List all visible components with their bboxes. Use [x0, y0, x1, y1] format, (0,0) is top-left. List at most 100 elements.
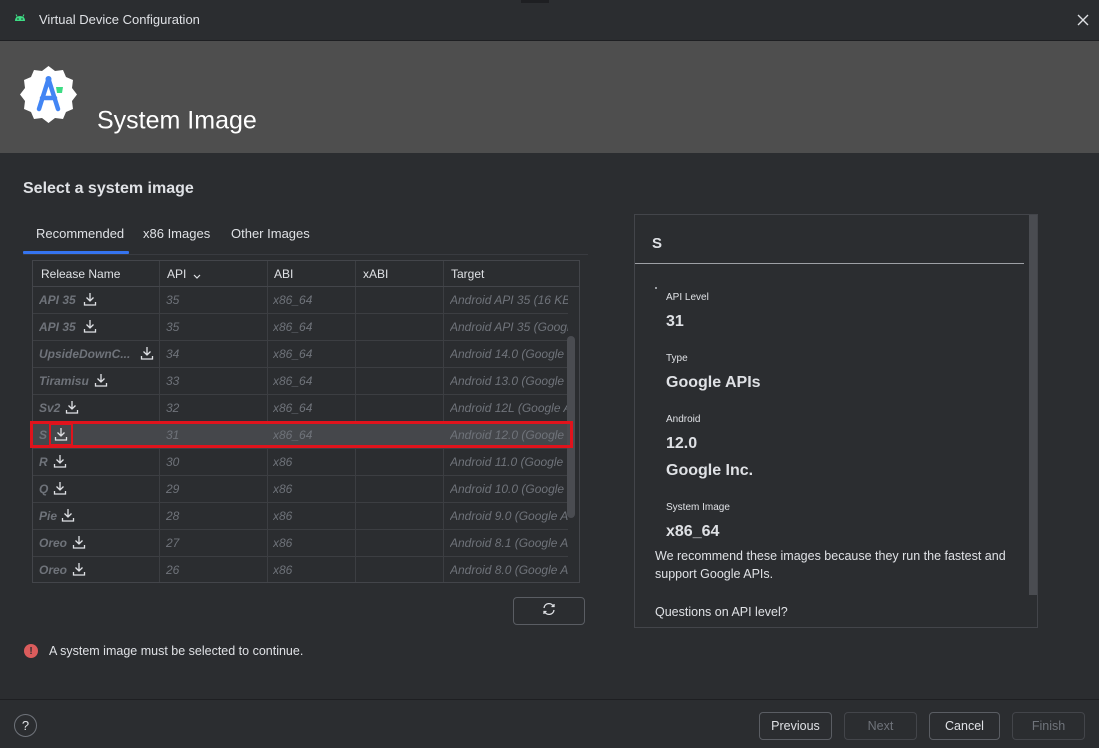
refresh-button[interactable] — [513, 597, 585, 625]
cancel-button[interactable]: Cancel — [929, 712, 1000, 740]
target: Android API 35 (16 KB — [450, 293, 568, 307]
abi: x86_64 — [273, 293, 313, 307]
release-name: API 35 — [39, 320, 76, 334]
refresh-icon — [541, 601, 557, 622]
abi: x86 — [273, 563, 293, 577]
api-level: 26 — [166, 563, 180, 577]
table-row[interactable]: API 35 35 x86_64 Android API 35 (Google — [33, 314, 568, 341]
table-row[interactable]: Oreo 26 x86 Android 8.0 (Google A — [33, 557, 568, 582]
tab-x86-images[interactable]: x86 Images — [143, 226, 210, 241]
abi: x86_64 — [273, 401, 313, 415]
section-title: Select a system image — [23, 180, 194, 197]
abi: x86 — [273, 455, 293, 469]
target: Android 9.0 (Google A — [450, 509, 568, 523]
vendor: Google Inc. — [666, 462, 754, 479]
abi: x86 — [273, 482, 293, 496]
header-api[interactable]: API — [167, 267, 186, 281]
details-divider — [635, 263, 1024, 264]
table-row[interactable]: API 35 35 x86_64 Android API 35 (16 KB — [33, 287, 568, 314]
tab-other-images[interactable]: Other Images — [231, 226, 310, 241]
abi: x86_64 — [273, 428, 313, 442]
download-icon[interactable] — [71, 561, 87, 577]
previous-button[interactable]: Previous — [759, 712, 832, 740]
download-icon[interactable] — [64, 399, 80, 415]
table-header: Release Name API ABI xABI Target — [33, 261, 579, 287]
download-icon[interactable] — [53, 426, 69, 442]
active-tab-indicator — [23, 251, 129, 254]
header-xabi[interactable]: xABI — [363, 267, 388, 281]
release-name: R — [39, 455, 48, 469]
next-button[interactable]: Next — [844, 712, 917, 740]
api-level-questions-link[interactable]: Questions on API level? — [655, 603, 1015, 621]
release-name: Tiramisu — [39, 374, 89, 388]
image-tabs: Recommended x86 Images Other Images — [23, 221, 588, 255]
error-icon: ! — [24, 644, 38, 658]
release-name: Oreo — [39, 563, 67, 577]
window-title: Virtual Device Configuration — [39, 12, 200, 27]
api-level-label: API Level — [666, 292, 709, 303]
system-image-label: System Image — [666, 502, 730, 513]
header-banner: System Image — [0, 41, 1099, 153]
target: Android 12L (Google A — [450, 401, 568, 415]
title-bar-notch — [521, 0, 549, 3]
table-row[interactable]: Oreo 27 x86 Android 8.1 (Google A — [33, 530, 568, 557]
api-level-value: 31 — [666, 313, 684, 330]
details-panel: S API Level 31 Type Google APIs Android … — [634, 214, 1038, 628]
tab-recommended[interactable]: Recommended — [36, 226, 124, 241]
table-row[interactable]: Q 29 x86 Android 10.0 (Google — [33, 476, 568, 503]
table-scrollbar[interactable] — [567, 336, 575, 518]
download-icon[interactable] — [82, 291, 98, 307]
page-title: System Image — [97, 106, 257, 135]
download-icon[interactable] — [52, 480, 68, 496]
release-name: Sv2 — [39, 401, 61, 415]
error-message: A system image must be selected to conti… — [49, 644, 304, 658]
download-icon[interactable] — [71, 534, 87, 550]
help-icon[interactable]: ? — [14, 714, 37, 737]
api-level: 32 — [166, 401, 180, 415]
target: Android API 35 (Google — [450, 320, 568, 334]
abi: x86 — [273, 509, 293, 523]
table-row-selected[interactable]: S 31 x86_64 Android 12.0 (Google — [33, 422, 568, 449]
download-icon[interactable] — [52, 453, 68, 469]
abi: x86_64 — [273, 374, 313, 388]
details-scrollbar[interactable] — [1029, 215, 1037, 595]
system-image-value: x86_64 — [666, 523, 720, 540]
abi: x86 — [273, 536, 293, 550]
download-icon[interactable] — [82, 318, 98, 334]
download-icon[interactable] — [93, 372, 109, 388]
abi: x86_64 — [273, 320, 313, 334]
target: Android 8.1 (Google A — [450, 536, 568, 550]
recommendation-text: We recommend these images because they r… — [655, 549, 1006, 581]
dialog-footer: ? Previous Next Cancel Finish — [0, 699, 1099, 748]
table-row[interactable]: R 30 x86 Android 11.0 (Google — [33, 449, 568, 476]
release-name: Pie — [39, 509, 58, 523]
table-row[interactable]: Tiramisu 33 x86_64 Android 13.0 (Google — [33, 368, 568, 395]
download-icon[interactable] — [139, 345, 155, 361]
target: Android 8.0 (Google A — [450, 563, 568, 577]
release-name: Oreo — [39, 536, 67, 550]
api-level: 30 — [166, 455, 180, 469]
target: Android 11.0 (Google — [450, 455, 564, 469]
download-icon[interactable] — [60, 507, 76, 523]
type-label: Type — [666, 353, 688, 364]
release-name: S — [39, 428, 48, 442]
validation-error: ! A system image must be selected to con… — [24, 644, 303, 658]
type-value: Google APIs — [666, 374, 761, 391]
api-level: 28 — [166, 509, 180, 523]
virtual-device-configuration-window: Virtual Device Configuration System Imag… — [0, 0, 1099, 748]
table-row[interactable]: Pie 28 x86 Android 9.0 (Google A — [33, 503, 568, 530]
header-target[interactable]: Target — [451, 267, 484, 281]
api-level: 27 — [166, 536, 180, 550]
release-name: Q — [39, 482, 49, 496]
header-release-name[interactable]: Release Name — [41, 267, 120, 281]
table-row[interactable]: Sv2 32 x86_64 Android 12L (Google A — [33, 395, 568, 422]
header-abi[interactable]: ABI — [274, 267, 293, 281]
target: Android 13.0 (Google — [450, 374, 565, 388]
api-level: 35 — [166, 293, 180, 307]
finish-button[interactable]: Finish — [1012, 712, 1085, 740]
close-icon[interactable] — [1074, 11, 1092, 29]
chevron-down-icon[interactable] — [192, 269, 202, 279]
target: Android 10.0 (Google — [450, 482, 565, 496]
table-row[interactable]: UpsideDownC... 34 x86_64 Android 14.0 (G… — [33, 341, 568, 368]
api-level: 33 — [166, 374, 180, 388]
